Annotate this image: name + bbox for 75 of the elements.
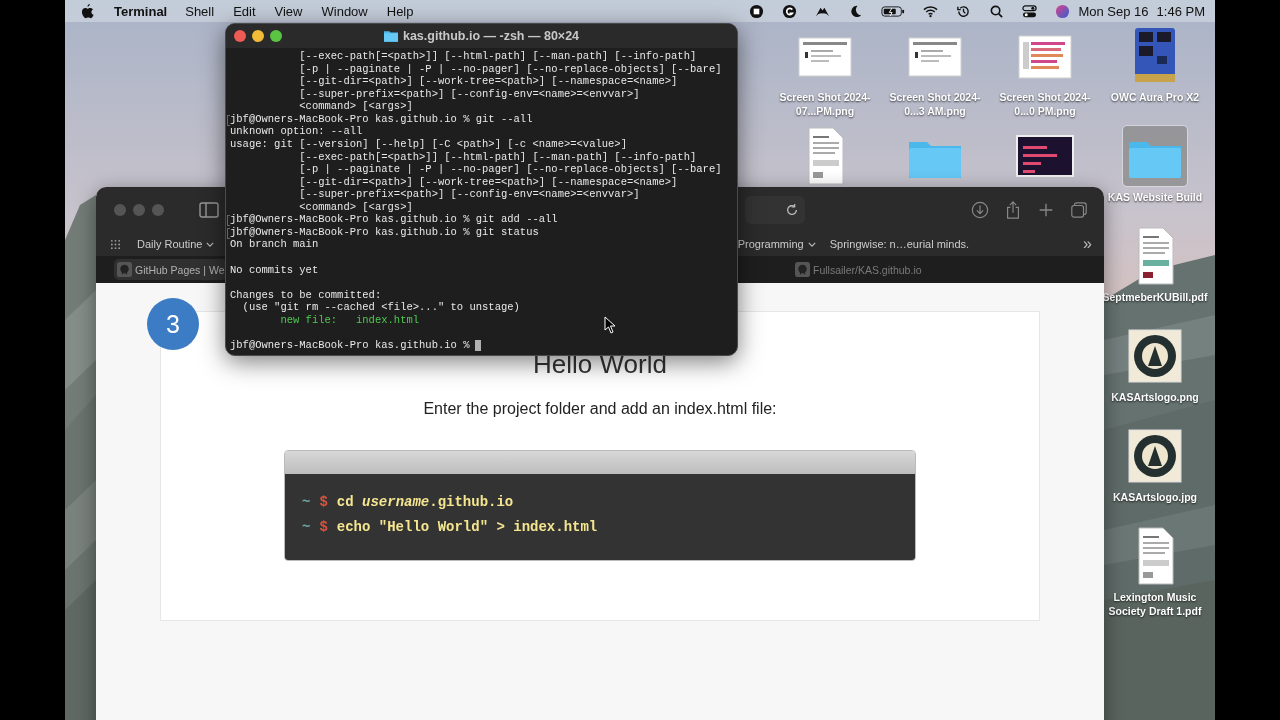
minimize-button[interactable] [252, 30, 264, 42]
instruction-text: Enter the project folder and add an index.html file: [423, 400, 777, 418]
download-icon[interactable] [971, 200, 989, 219]
sidebar-icon[interactable] [199, 201, 219, 218]
terminal-line: [-p | --paginate | -P | --no-pager] [--no-replace-objects] [--bare] [298, 62, 722, 76]
terminal-line: [--exec-path[=<path>]] [--html-path] [--man-path] [--info-path] [298, 150, 697, 164]
menu-item[interactable]: View [274, 3, 303, 19]
stop-icon[interactable] [749, 3, 765, 19]
terminal-line: (use "git rm --cached <file>..." to unstage) [241, 301, 520, 314]
code-prompt: ~ [302, 519, 311, 537]
menu-item[interactable]: Help [386, 3, 414, 19]
address-field[interactable] [745, 195, 805, 224]
terminal-line: jbf@Owners-MacBook-Pro kas.github.io % git add --all [230, 213, 558, 226]
bookmark[interactable]: Springwise: n…eurial minds. [829, 238, 970, 250]
terminal-line: [-p | --paginate | -P | --no-pager] [--no-replace-objects] [--bare] [298, 163, 722, 176]
github-icon [117, 262, 132, 277]
menu-item[interactable]: Shell [185, 3, 215, 19]
terminal-line: [--super-prefix=<path>] [--config-env=<name>=<envvar>] [298, 87, 640, 101]
pointer-icon [604, 316, 616, 334]
file-name-label[interactable]: KASArtslogo.jpg [1113, 490, 1197, 504]
terminal-line: [--super-prefix=<path>] [--config-env=<name>=<envvar>] [298, 188, 640, 201]
window-title: kas.github.io — -zsh — 80×24 [402, 29, 580, 43]
code-prompt: $ [319, 519, 328, 537]
terminal-line: jbf@Owners-MacBook-Pro kas.github.io % [230, 338, 470, 352]
menu-item[interactable]: Edit [233, 3, 256, 19]
apple-icon[interactable] [81, 3, 94, 19]
folder-icon [383, 30, 398, 42]
terminal-line: jbf@Owners-MacBook-Pro kas.github.io % git --all [230, 112, 533, 126]
menu-item[interactable]: Window [321, 3, 368, 19]
terminal-line: <command> [<args>] [298, 100, 413, 113]
code-prompt: $ [319, 494, 328, 512]
menu-bar-date[interactable]: Mon Sep 16 [1078, 3, 1149, 19]
moon-icon[interactable] [848, 3, 864, 19]
terminal-line: No commits yet [230, 263, 319, 277]
terminal-line: [--git-dir=<path>] [--work-tree=<path>] [--namespace=<name>] [298, 75, 678, 88]
terminal-line: Changes to be committed: [230, 288, 382, 302]
more-bookmarks-button[interactable]: » [1083, 235, 1092, 253]
browser-tab[interactable]: Fullsailer/KAS.github.io [792, 259, 925, 280]
bookmark[interactable]: Daily Routine [137, 238, 215, 250]
search-icon[interactable] [989, 3, 1005, 19]
bookmark[interactable]: Programming [737, 238, 816, 250]
menu-bar-time[interactable]: 1:46 PM [1156, 3, 1205, 19]
app-menu[interactable]: Terminal [114, 3, 168, 19]
grammar-icon[interactable] [782, 3, 798, 19]
terminal-line: [--exec-path[=<path>]] [--html-path] [--man-path] [--info-path] [298, 50, 697, 63]
github-icon [795, 262, 810, 277]
step-number: 3 [147, 298, 199, 350]
grid-icon[interactable] [110, 238, 121, 250]
code-command: cd username.github.io [336, 494, 514, 512]
page-heading: Hello World [533, 348, 667, 380]
control-center-icon[interactable] [1022, 3, 1038, 19]
close-button[interactable] [234, 30, 246, 42]
history-icon[interactable] [956, 3, 972, 19]
file-name-label[interactable]: SeptmeberKUBill.pdf [1102, 290, 1208, 304]
code-command: echo "Hello World" > index.html [336, 519, 598, 537]
terminal-line: usage: git [--version] [--help] [-C <path>] [-c <name>=<value>] [230, 137, 627, 151]
chevron-icon [807, 241, 816, 247]
terminal-line: On branch main [230, 238, 319, 251]
wifi-icon[interactable] [923, 3, 939, 19]
reload-icon[interactable] [785, 202, 799, 217]
zoom-button[interactable] [270, 30, 282, 42]
code-prompt: ~ [302, 494, 311, 512]
battery-icon[interactable] [881, 3, 906, 19]
terminal-line: jbf@Owners-MacBook-Pro kas.github.io % git status [230, 225, 539, 239]
terminal-line: [--git-dir=<path>] [--work-tree=<path>] [--namespace=<name>] [298, 175, 678, 189]
siri-icon[interactable] [1055, 3, 1071, 19]
terminal-line: <command> [<args>] [298, 200, 413, 214]
file-name-label[interactable]: KASArtslogo.png [1111, 390, 1199, 404]
file-name-label[interactable]: Lexington Music Society Draft 1.pdf [1105, 590, 1205, 618]
chevron-icon [206, 241, 215, 247]
terminal-line: new file: index.html [279, 313, 420, 327]
browser-tab[interactable]: GitHub Pages | We [114, 259, 228, 280]
share-icon[interactable] [1004, 200, 1022, 219]
terminal-line: unknown option: --all [230, 125, 363, 138]
tab-overview-icon[interactable] [1070, 200, 1088, 219]
